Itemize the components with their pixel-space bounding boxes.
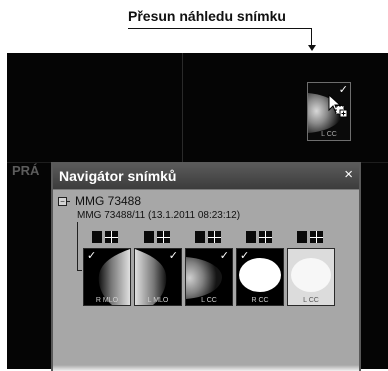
tree-connector-horizontal: [77, 270, 82, 271]
thumbnail-l-cc[interactable]: ✓ L CC: [185, 248, 233, 306]
thumbnail-r-mlo[interactable]: ✓ R MLO: [83, 248, 131, 306]
layout-quad-icon[interactable]: [310, 231, 323, 243]
layout-single-icon[interactable]: [297, 231, 307, 243]
study-node[interactable]: MMG 73488/11 (13.1.2011 08:23:12): [77, 210, 240, 221]
thumbnail-label: R CC: [251, 297, 269, 304]
layout-quad-icon[interactable]: [259, 231, 272, 243]
cursor-arrow-icon: [328, 93, 348, 118]
layout-single-icon[interactable]: [195, 231, 205, 243]
image-navigator-dialog[interactable]: Navigátor snímků × − MMG 73488 MMG 73488…: [51, 162, 361, 371]
layout-single-icon[interactable]: [144, 231, 154, 243]
thumbnail-l-cc-2[interactable]: L CC: [287, 248, 335, 306]
dialog-titlebar[interactable]: Navigátor snímků ×: [53, 164, 359, 190]
thumbnail-label: L CC: [303, 297, 319, 304]
thumbnail-l-mlo[interactable]: ✓ L MLO: [134, 248, 182, 306]
layout-single-icon[interactable]: [246, 231, 256, 243]
check-icon: ✓: [87, 250, 97, 262]
layout-single-icon[interactable]: [92, 231, 102, 243]
dialog-bottom-fade: [53, 365, 359, 371]
thumbnail-label: L MLO: [147, 297, 169, 304]
annotation-leader-line: [311, 28, 312, 46]
thumbnail-r-cc[interactable]: ✓ R CC: [236, 248, 284, 306]
tree-branch-line: [66, 201, 70, 202]
thumbnail-label: R MLO: [95, 297, 119, 304]
patient-node[interactable]: MMG 73488: [75, 194, 141, 208]
layout-quad-icon[interactable]: [105, 231, 118, 243]
dialog-title: Navigátor snímků: [59, 168, 177, 184]
check-icon: ✓: [168, 250, 178, 262]
annotation-arrow-icon: [308, 45, 316, 51]
tree-connector-vertical: [77, 222, 78, 270]
viewport-divider-vertical: [182, 53, 183, 163]
annotation-underline: [128, 28, 312, 29]
layout-quad-icon[interactable]: [208, 231, 221, 243]
thumbnail-label: L CC: [201, 297, 217, 304]
annotation-title: Přesun náhledu snímku: [128, 8, 286, 24]
thumbnail-label: L CC: [321, 131, 337, 138]
check-icon: ✓: [240, 250, 250, 262]
close-icon[interactable]: ×: [344, 166, 353, 183]
layout-quad-icon[interactable]: [157, 231, 170, 243]
layout-buttons-row: [53, 231, 359, 245]
background-viewport-label: PRÁ: [12, 163, 40, 178]
check-icon: ✓: [219, 250, 229, 262]
